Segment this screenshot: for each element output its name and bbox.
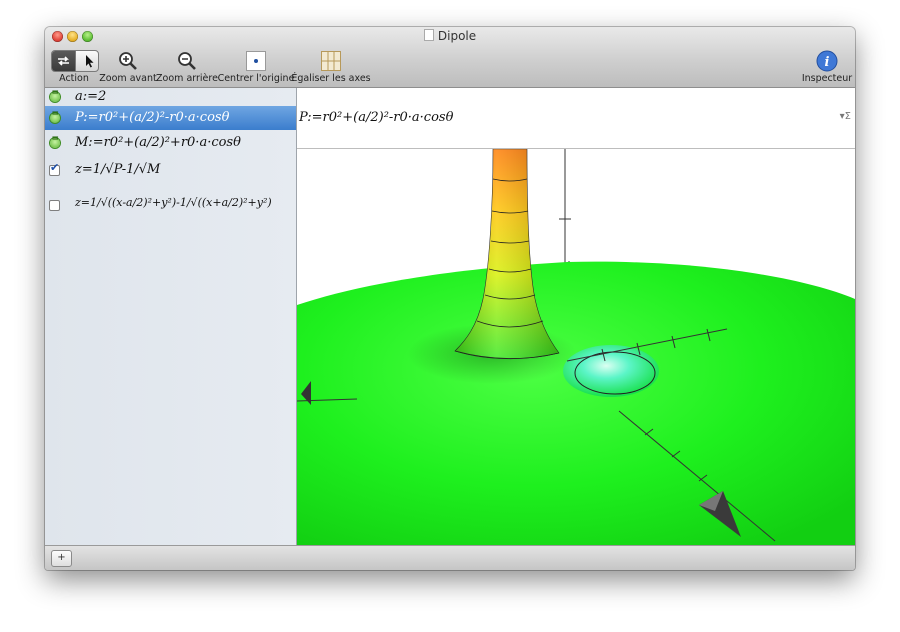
- formula-text: M:=r0²+(a/2)²+r0·a·cosθ: [75, 135, 241, 150]
- visibility-checkbox[interactable]: [49, 200, 60, 211]
- titlebar: Dipole Action Zoom avant Zoom arrière Ce…: [45, 27, 855, 88]
- zoom-in-icon: [119, 52, 137, 70]
- document-icon: [423, 29, 434, 41]
- svg-text:i: i: [825, 55, 830, 70]
- pointer-tool-icon[interactable]: [75, 51, 98, 71]
- surface-well: [563, 345, 659, 397]
- formula-text: a:=2: [75, 89, 107, 104]
- checkmark-icon: ✔: [50, 161, 60, 174]
- equalize-axes-label: Égaliser les axes: [291, 73, 371, 84]
- list-item[interactable]: a:=2: [45, 88, 296, 106]
- formula-text: z=1/√P-1/√M: [75, 162, 161, 177]
- action-label: Action: [59, 73, 89, 84]
- equation-list: a:=2 P:=r0²+(a/2)²-r0·a·cosθ M:=r0²+(a/2…: [45, 88, 297, 545]
- formula-editor-text[interactable]: P:=r0²+(a/2)²-r0·a·cosθ: [299, 110, 453, 125]
- surface-plot[interactable]: [296, 148, 855, 545]
- app-window: Dipole Action Zoom avant Zoom arrière Ce…: [45, 27, 855, 570]
- list-item[interactable]: M:=r0²+(a/2)²+r0·a·cosθ: [45, 130, 296, 156]
- window-title: Dipole: [45, 29, 855, 43]
- equalize-axes-icon: [321, 51, 341, 71]
- formula-text: P:=r0²+(a/2)²-r0·a·cosθ: [75, 110, 230, 125]
- add-equation-button[interactable]: +: [51, 550, 72, 567]
- zoom-out-icon: [178, 52, 196, 70]
- list-item[interactable]: ✔ z=1/√P-1/√M: [45, 156, 296, 184]
- info-icon: i: [816, 50, 838, 72]
- definition-icon: [50, 88, 60, 102]
- action-segmented-control[interactable]: [51, 50, 99, 72]
- inspector-label: Inspecteur: [801, 73, 853, 84]
- sigma-menu-icon[interactable]: ▾Σ: [840, 111, 851, 122]
- rotate-tool-icon[interactable]: [52, 51, 75, 71]
- bottom-bar: +: [45, 545, 855, 570]
- formula-text: z=1/√((x-a/2)²+y²)-1/√((x+a/2)²+y²): [75, 196, 272, 209]
- definition-icon: [50, 109, 60, 123]
- visibility-checkbox[interactable]: ✔: [49, 161, 60, 176]
- definition-icon: [50, 134, 60, 148]
- zoom-out-label: Zoom arrière: [156, 73, 218, 84]
- zoom-in-label: Zoom avant: [99, 73, 157, 84]
- center-origin-label: Centrer l'origine: [217, 73, 295, 84]
- list-item-selected[interactable]: P:=r0²+(a/2)²-r0·a·cosθ: [45, 106, 296, 130]
- list-item[interactable]: z=1/√((x-a/2)²+y²)-1/√((x+a/2)²+y²): [45, 184, 296, 224]
- plot-3d-view[interactable]: [296, 148, 855, 545]
- surface-mesh: [297, 261, 855, 545]
- formula-editor[interactable]: P:=r0²+(a/2)²-r0·a·cosθ ▾Σ: [297, 88, 855, 149]
- center-origin-icon: [246, 51, 266, 71]
